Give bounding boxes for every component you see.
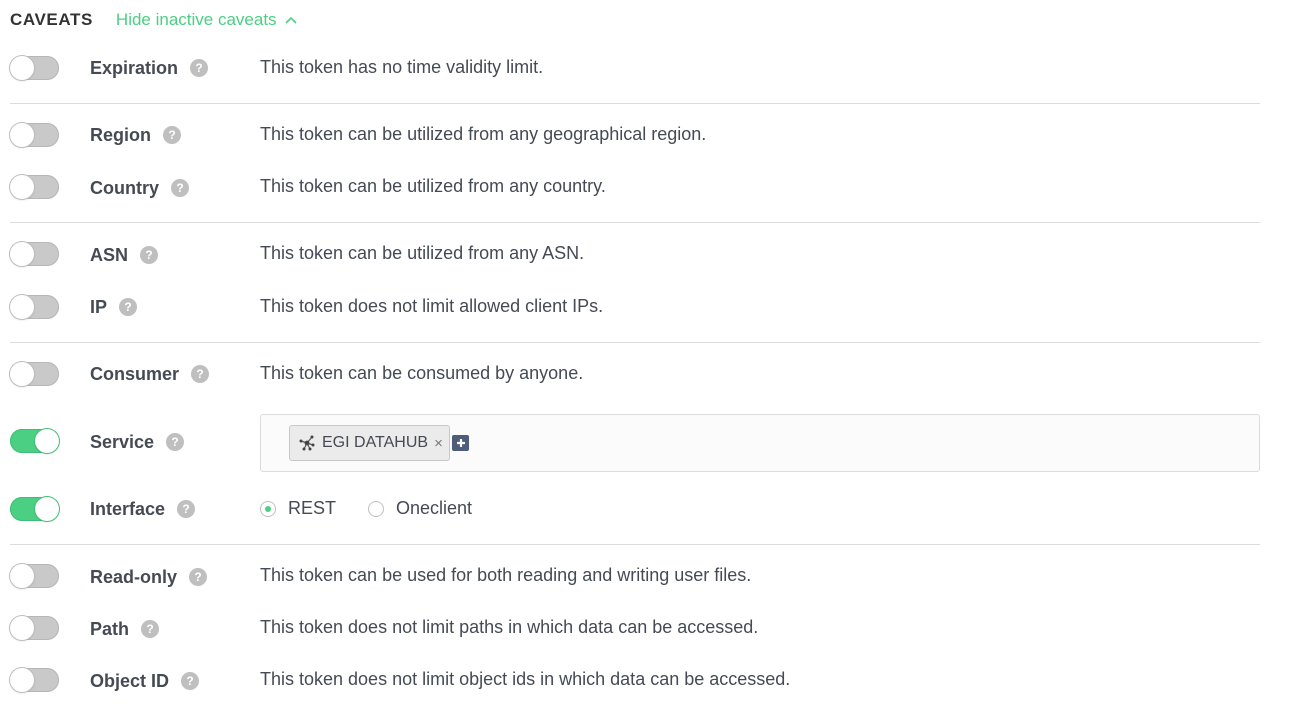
objectid-label: Object ID <box>90 670 170 691</box>
readonly-toggle[interactable] <box>10 564 59 588</box>
asn-description: This token can be utilized from any ASN. <box>260 243 585 263</box>
help-icon[interactable]: ? <box>191 365 210 383</box>
country-toggle[interactable] <box>10 175 59 199</box>
objectid-label-wrap: Object ID ? <box>90 669 200 693</box>
interface-option-oneclient[interactable]: Oneclient <box>368 498 472 519</box>
toggle-knob <box>35 497 59 521</box>
tag-remove-icon[interactable]: × <box>434 435 443 452</box>
ip-description: This token does not limit allowed client… <box>260 296 604 316</box>
toggle-knob <box>10 56 34 80</box>
service-toggle[interactable] <box>10 429 59 453</box>
ip-toggle[interactable] <box>10 295 59 319</box>
toggle-knob <box>10 295 34 319</box>
service-network-icon <box>298 434 316 452</box>
toggle-knob <box>10 175 34 199</box>
help-icon[interactable]: ? <box>181 672 200 690</box>
divider <box>10 222 1260 223</box>
readonly-label: Read-only <box>90 566 178 587</box>
region-label: Region <box>90 124 151 145</box>
consumer-label-wrap: Consumer ? <box>90 362 210 386</box>
asn-label: ASN <box>90 244 129 265</box>
caveat-row-objectid: Object ID ? This token does not limit ob… <box>10 668 1260 692</box>
country-label: Country <box>90 177 159 198</box>
region-description: This token can be utilized from any geog… <box>260 124 707 144</box>
help-icon[interactable]: ? <box>140 246 159 264</box>
service-label-wrap: Service ? <box>90 430 185 454</box>
plus-icon <box>456 438 466 448</box>
asn-label-wrap: ASN ? <box>90 243 159 267</box>
expiration-label-wrap: Expiration ? <box>90 56 209 80</box>
caveat-row-service: Service ? EGI DATAHUB × <box>10 414 1260 472</box>
help-icon[interactable]: ? <box>177 500 196 518</box>
expiration-label: Expiration <box>90 57 179 78</box>
caveat-row-region: Region ? This token can be utilized from… <box>10 123 1260 147</box>
toggle-knob <box>35 429 59 453</box>
readonly-label-wrap: Read-only ? <box>90 565 208 589</box>
consumer-description: This token can be consumed by anyone. <box>260 363 584 383</box>
help-icon[interactable]: ? <box>190 59 209 77</box>
path-toggle[interactable] <box>10 616 59 640</box>
objectid-toggle[interactable] <box>10 668 59 692</box>
expiration-toggle[interactable] <box>10 56 59 80</box>
toggle-knob <box>10 123 34 147</box>
help-icon[interactable]: ? <box>166 433 185 451</box>
caveats-header: CAVEATS Hide inactive caveats <box>10 10 297 30</box>
toggle-knob <box>10 242 34 266</box>
section-title: CAVEATS <box>10 10 93 29</box>
service-label: Service <box>90 431 155 452</box>
caveat-row-path: Path ? This token does not limit paths i… <box>10 616 1260 640</box>
help-icon[interactable]: ? <box>189 568 208 586</box>
interface-option-rest[interactable]: REST <box>260 498 336 519</box>
interface-option-oneclient-label: Oneclient <box>396 498 473 518</box>
toggle-knob <box>10 362 34 386</box>
readonly-description: This token can be used for both reading … <box>260 565 752 585</box>
path-label: Path <box>90 618 130 639</box>
expiration-description: This token has no time validity limit. <box>260 57 544 77</box>
service-tag: EGI DATAHUB × <box>289 425 450 461</box>
help-icon[interactable]: ? <box>119 298 138 316</box>
region-label-wrap: Region ? <box>90 123 181 147</box>
interface-label-wrap: Interface ? <box>90 497 196 521</box>
caveat-row-readonly: Read-only ? This token can be used for b… <box>10 564 1260 588</box>
help-icon[interactable]: ? <box>163 126 181 144</box>
path-description: This token does not limit paths in which… <box>260 617 759 637</box>
toggle-knob <box>10 616 34 640</box>
interface-toggle[interactable] <box>10 497 59 521</box>
help-icon[interactable]: ? <box>141 620 160 638</box>
consumer-label: Consumer <box>90 363 180 384</box>
toggle-knob <box>10 564 34 588</box>
caveat-row-country: Country ? This token can be utilized fro… <box>10 175 1260 199</box>
toggle-knob <box>10 668 34 692</box>
caveat-row-asn: ASN ? This token can be utilized from an… <box>10 242 1260 266</box>
consumer-toggle[interactable] <box>10 362 59 386</box>
interface-option-rest-label: REST <box>288 498 337 518</box>
hide-inactive-caveats-link[interactable]: Hide inactive caveats <box>116 10 297 30</box>
ip-label-wrap: IP ? <box>90 295 138 319</box>
country-description: This token can be utilized from any coun… <box>260 176 606 196</box>
objectid-description: This token does not limit object ids in … <box>260 669 791 689</box>
country-label-wrap: Country ? <box>90 176 189 200</box>
caveat-row-consumer: Consumer ? This token can be consumed by… <box>10 362 1260 386</box>
divider <box>10 342 1260 343</box>
path-label-wrap: Path ? <box>90 617 160 641</box>
caveat-row-ip: IP ? This token does not limit allowed c… <box>10 295 1260 319</box>
service-tag-label: EGI DATAHUB <box>322 434 429 451</box>
divider <box>10 103 1260 104</box>
region-toggle[interactable] <box>10 123 59 147</box>
interface-label: Interface <box>90 498 166 519</box>
divider <box>10 544 1260 545</box>
chevron-up-icon <box>284 16 297 24</box>
radio-button[interactable] <box>368 500 384 517</box>
help-icon[interactable]: ? <box>171 179 189 197</box>
asn-toggle[interactable] <box>10 242 59 266</box>
service-tags-input[interactable]: EGI DATAHUB × <box>260 414 1260 472</box>
caveat-row-interface: Interface ? REST Oneclient <box>10 497 1260 521</box>
hide-inactive-caveats-label: Hide inactive caveats <box>115 10 277 29</box>
add-service-button[interactable] <box>452 435 469 451</box>
caveat-row-expiration: Expiration ? This token has no time vali… <box>10 56 1260 80</box>
radio-button[interactable] <box>260 500 276 517</box>
ip-label: IP <box>90 296 108 317</box>
